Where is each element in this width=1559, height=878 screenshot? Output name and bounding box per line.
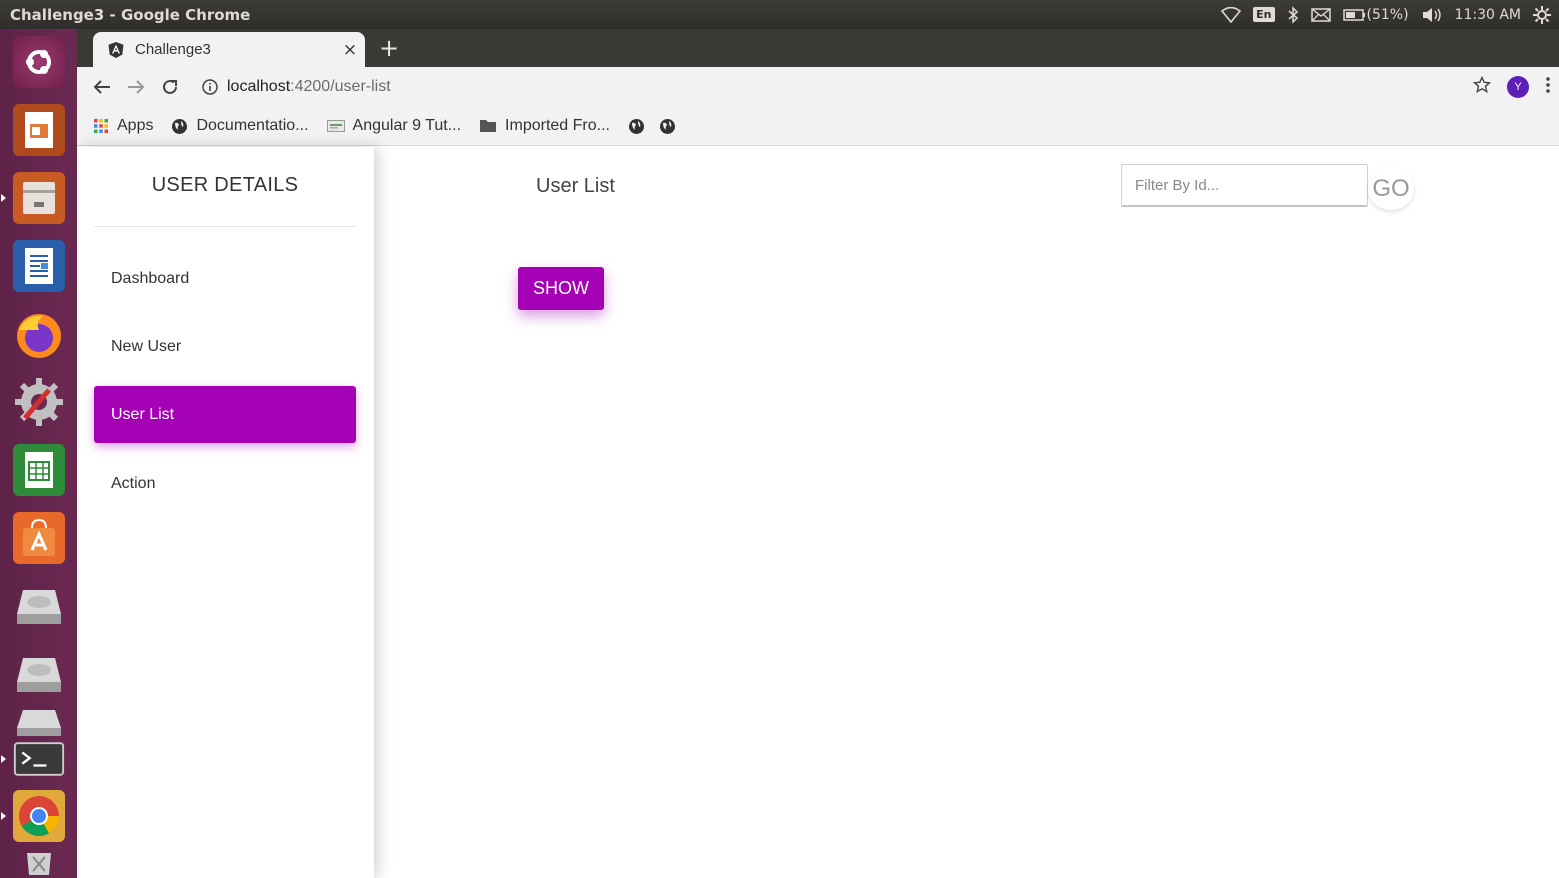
bookmark-angular-tutorial[interactable]: Angular 9 Tut... [326,117,462,135]
show-button[interactable]: SHOW [518,267,604,310]
software-center-icon [13,512,65,564]
url-path: :4200/user-list [290,78,391,95]
tab-challenge3[interactable]: Challenge3 × [93,32,365,67]
page-title: User List [536,175,615,197]
clock[interactable]: 11:30 AM [1455,7,1521,23]
system-settings-icon [13,376,65,428]
files-icon [13,172,65,224]
new-tab-button[interactable]: + [379,34,399,62]
tab-title: Challenge3 [135,41,211,58]
bookmark-star-icon[interactable] [1472,75,1492,98]
go-button[interactable]: GO [1368,167,1414,210]
reload-icon[interactable] [153,70,187,104]
launcher-writer[interactable] [9,237,69,295]
bookmark-apps[interactable]: Apps [93,117,153,135]
chrome-icon [13,790,65,842]
writer-icon [13,240,65,292]
launcher-firefox[interactable] [9,305,69,363]
sidebar: USER DETAILS Dashboard New User User Lis… [77,147,374,878]
address-bar[interactable]: localhost:4200/user-list [193,72,391,102]
disk-icon [13,648,65,700]
disk-icon [13,580,65,632]
launcher-system-settings[interactable] [9,373,69,431]
bluetooth-icon[interactable] [1287,5,1299,24]
page-icon [326,120,345,132]
launcher-calc[interactable] [9,441,69,499]
toolbar-actions: Y [1472,67,1551,107]
back-arrow-icon[interactable] [85,70,119,104]
globe-icon [172,118,188,134]
sidebar-item-user-list[interactable]: User List [94,386,356,443]
sidebar-item-action[interactable]: Action [94,455,356,512]
url-host: localhost [227,78,291,95]
profile-avatar[interactable]: Y [1507,76,1529,98]
page-content: USER DETAILS Dashboard New User User Lis… [77,147,1559,878]
launcher-disk-1[interactable] [9,577,69,635]
calc-icon [13,444,65,496]
volume-icon[interactable] [1421,7,1443,23]
sidebar-item-new-user[interactable]: New User [94,318,356,375]
trash-icon [13,848,65,876]
impress-icon [13,104,65,156]
kebab-menu-icon[interactable] [1545,76,1551,98]
launcher-disk-2[interactable] [9,645,69,703]
bookmark-globe-1[interactable] [628,118,645,135]
site-info-icon[interactable] [201,78,219,96]
launcher-software-center[interactable] [9,509,69,567]
window-title: Challenge3 - Google Chrome [10,5,251,24]
battery-icon [1342,8,1365,21]
launcher-chrome[interactable] [1,787,69,845]
sidebar-title: USER DETAILS [151,174,299,196]
wifi-icon[interactable] [1221,6,1242,23]
bookmark-label: Angular 9 Tut... [352,117,462,134]
bookmark-label: Documentatio... [196,117,309,134]
forward-arrow-icon[interactable] [119,70,153,104]
bookmark-globe-2[interactable] [659,118,676,135]
apps-grid-icon [94,119,108,133]
ubuntu-dash-icon [13,36,65,88]
folder-icon [480,120,497,132]
launcher-terminal[interactable] [1,737,69,781]
terminal-icon [13,738,65,780]
bookmarks-bar: Apps Documentatio... Angular 9 Tut... Im… [77,107,1559,146]
bookmark-label: Imported Fro... [505,117,610,134]
tab-strip: Challenge3 × + [77,29,1559,67]
launcher-dash[interactable] [9,33,69,91]
system-menu-gear-icon[interactable] [1533,5,1551,24]
angular-favicon-icon [108,41,124,58]
bookmark-documentation[interactable]: Documentatio... [171,117,309,135]
launcher [0,29,77,878]
bookmark-label: Apps [117,117,154,134]
keyboard-language-indicator[interactable]: En [1253,7,1275,22]
disk-icon [13,705,65,741]
globe-icon [628,118,644,134]
launcher-trash[interactable] [9,847,69,877]
indicator-area: En (51%) 11:30 AM [1221,0,1551,29]
battery-indicator[interactable]: (51%) [1342,6,1409,23]
filter-by-id-input[interactable] [1121,164,1368,207]
tab-close-icon[interactable]: × [335,40,365,60]
sidebar-divider [94,226,356,227]
bookmark-imported[interactable]: Imported Fro... [479,117,610,135]
globe-icon [659,118,675,134]
sidebar-item-dashboard[interactable]: Dashboard [94,250,356,307]
battery-percentage: (51%) [1366,6,1409,23]
browser-toolbar: localhost:4200/user-list Y [77,67,1559,107]
top-panel: Challenge3 - Google Chrome En (51%) 11:3… [0,0,1559,29]
launcher-files[interactable] [1,169,69,227]
firefox-icon [13,308,65,360]
launcher-impress[interactable] [9,101,69,159]
mail-icon[interactable] [1310,7,1331,22]
